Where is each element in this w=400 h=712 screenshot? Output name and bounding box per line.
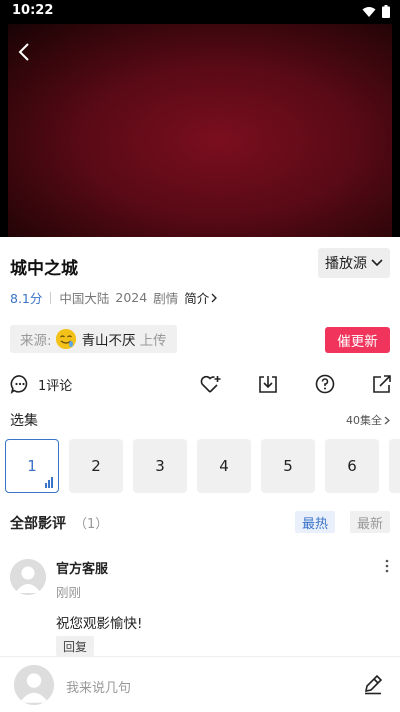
episode-number: 4 xyxy=(219,457,229,475)
video-player[interactable] xyxy=(0,24,400,237)
intro-label: 简介 xyxy=(184,291,210,306)
meta-divider xyxy=(50,291,52,304)
episode-item[interactable]: 4 xyxy=(197,439,251,493)
uploader-avatar xyxy=(55,329,76,349)
episode-item[interactable]: 1 xyxy=(5,439,59,493)
comment-action[interactable]: 1评论 xyxy=(10,370,72,398)
episode-item[interactable]: 6 xyxy=(325,439,379,493)
download-icon xyxy=(259,376,277,393)
reviews-title: 全部影评 （1） xyxy=(10,513,108,533)
show-region: 中国大陆 xyxy=(59,291,110,306)
more-vertical-icon xyxy=(385,559,389,573)
status-time: 10:22 xyxy=(12,3,54,18)
comment-author[interactable]: 官方客服 xyxy=(56,558,108,577)
share-icon xyxy=(373,375,391,393)
comment-text: 祝您观影愉快! xyxy=(56,616,143,632)
uploader-suffix: 上传 xyxy=(139,333,167,349)
urge-update-button[interactable]: 催更新 xyxy=(325,327,390,353)
episode-list: 1 2 3 4 5 6 xyxy=(5,439,400,493)
episode-number: 5 xyxy=(283,457,293,475)
sort-hot-tab[interactable]: 最热 xyxy=(295,511,335,533)
episode-number: 3 xyxy=(155,457,165,475)
default-user-icon xyxy=(14,665,54,705)
episode-item[interactable]: 3 xyxy=(133,439,187,493)
all-episodes-link[interactable]: 40集全 xyxy=(346,412,390,428)
avatar[interactable] xyxy=(10,559,46,595)
play-source-button[interactable]: 播放源 xyxy=(318,248,390,278)
chevron-right-icon xyxy=(211,293,218,302)
playing-indicator-icon xyxy=(45,477,53,488)
default-user-icon xyxy=(10,559,46,595)
wifi-icon xyxy=(362,6,376,17)
comment-input[interactable]: 我来说几句 xyxy=(66,677,131,696)
comment-input-bar: 我来说几句 xyxy=(0,656,400,712)
show-meta: 8.1分 中国大陆 2024 剧情 简介 xyxy=(10,288,218,307)
drooling-face-icon xyxy=(55,329,76,349)
reply-button[interactable]: 回复 xyxy=(56,636,94,656)
help-button[interactable] xyxy=(315,370,335,398)
share-button[interactable] xyxy=(372,370,392,398)
action-bar: 1评论 xyxy=(0,370,400,398)
all-episodes-label: 40集全 xyxy=(346,414,382,427)
back-button[interactable] xyxy=(10,38,38,66)
chevron-down-icon xyxy=(371,259,383,267)
episodes-title: 选集 xyxy=(10,413,38,429)
download-button[interactable] xyxy=(258,370,278,398)
pencil-icon xyxy=(364,674,383,695)
favorite-button[interactable] xyxy=(200,370,222,398)
heart-plus-icon xyxy=(200,375,221,393)
intro-link[interactable]: 简介 xyxy=(184,288,218,307)
comment-time: 刚刚 xyxy=(56,585,82,600)
comment-bubble-icon xyxy=(10,375,28,394)
question-circle-icon xyxy=(315,374,335,394)
reviews-count: （1） xyxy=(74,517,109,532)
uploader-chip[interactable]: 来源: 青山不厌 上传 xyxy=(10,325,177,353)
write-comment-button[interactable] xyxy=(362,673,386,697)
episode-item[interactable]: 5 xyxy=(261,439,315,493)
episode-item-partial[interactable] xyxy=(389,439,400,493)
video-frame[interactable] xyxy=(8,24,392,237)
play-source-label: 播放源 xyxy=(325,256,367,272)
episode-number: 2 xyxy=(91,457,101,475)
uploader-name: 青山不厌 xyxy=(81,333,136,349)
battery-icon xyxy=(382,5,390,18)
show-year: 2024 xyxy=(115,290,148,305)
episode-number: 6 xyxy=(347,457,357,475)
comment-count: 1评论 xyxy=(38,378,73,394)
my-avatar xyxy=(14,665,54,705)
back-arrow-icon xyxy=(18,43,29,61)
chevron-right-icon xyxy=(384,416,390,424)
reviews-title-label: 全部影评 xyxy=(10,516,66,532)
sort-new-tab[interactable]: 最新 xyxy=(350,511,390,533)
uploader-prefix: 来源: xyxy=(20,333,52,349)
episode-number: 1 xyxy=(27,457,37,475)
show-score: 8.1分 xyxy=(10,291,43,306)
show-genre: 剧情 xyxy=(153,291,179,306)
status-bar: 10:22 xyxy=(0,0,400,24)
episode-item[interactable]: 2 xyxy=(69,439,123,493)
more-options-button[interactable] xyxy=(380,558,394,574)
show-title: 城中之城 xyxy=(10,259,78,279)
